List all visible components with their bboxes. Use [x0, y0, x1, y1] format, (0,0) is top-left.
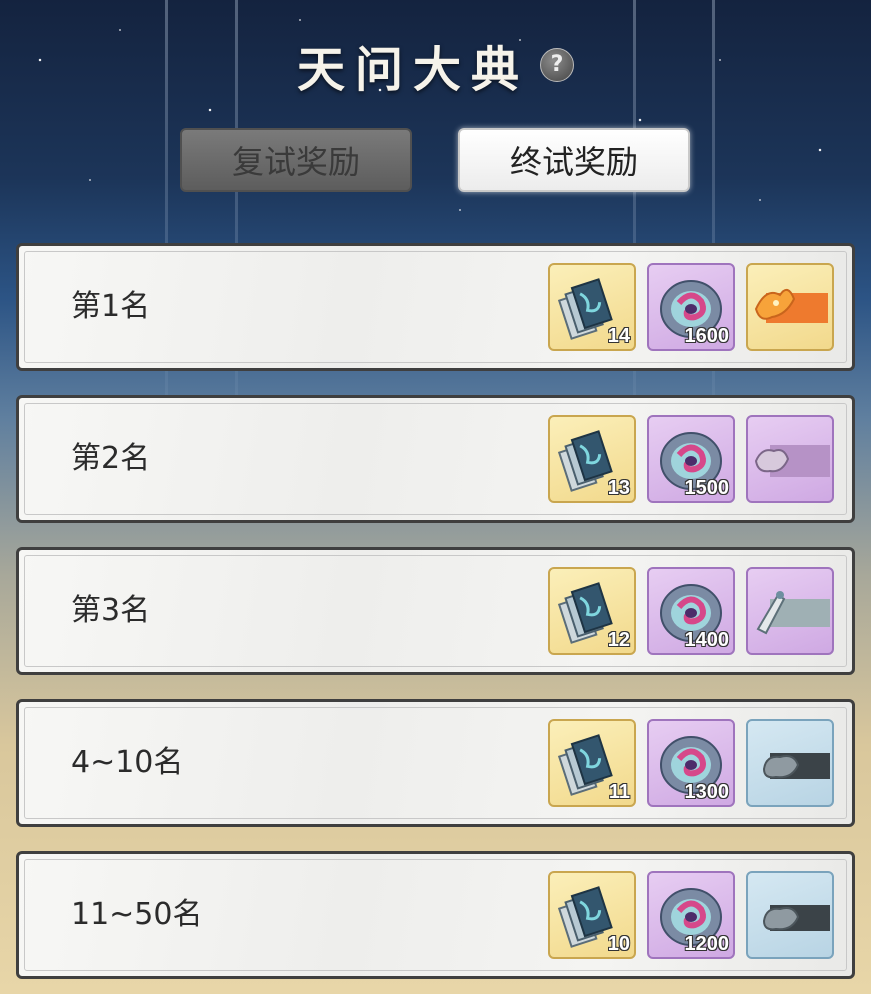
help-icon[interactable]: ?: [540, 48, 575, 82]
talent-scroll-item[interactable]: 11: [548, 719, 636, 807]
tab-semifinal-rewards[interactable]: 复试奖励: [180, 128, 412, 192]
golden-dragon-frame-icon: [754, 288, 828, 323]
avatar-frame-item[interactable]: [746, 263, 834, 351]
talent-scroll-item[interactable]: 10: [548, 871, 636, 959]
jade-currency-item[interactable]: 1600: [647, 263, 735, 351]
jade-currency-item[interactable]: 1500: [647, 415, 735, 503]
purple-brush-frame-icon: [756, 591, 830, 635]
item-count: 1300: [684, 781, 730, 803]
item-count: 1200: [684, 933, 730, 955]
reward-row: 第3名 12 1400: [16, 547, 855, 675]
jade-currency-item[interactable]: 1400: [647, 567, 735, 655]
blue-cloud-frame-icon: [762, 905, 830, 931]
talent-scroll-item[interactable]: 14: [548, 263, 636, 351]
item-count: 10: [607, 933, 630, 955]
talent-scroll-item[interactable]: 13: [548, 415, 636, 503]
item-count: 1500: [684, 477, 730, 499]
rank-label: 第3名: [71, 593, 151, 628]
reward-items: 10 1200: [548, 871, 834, 959]
reward-items: 14 1600: [548, 263, 834, 351]
rank-label: 11~50名: [71, 897, 203, 932]
item-count: 11: [608, 781, 630, 803]
tab-final-rewards[interactable]: 终试奖励: [458, 128, 690, 192]
header: 天问大典 ?: [0, 30, 871, 98]
talent-scroll-item[interactable]: 12: [548, 567, 636, 655]
avatar-frame-item[interactable]: [746, 567, 834, 655]
rank-label: 第2名: [71, 441, 151, 476]
item-count: 14: [607, 325, 630, 347]
reward-row: 第2名 13 1500: [16, 395, 855, 523]
reward-items: 13 1500: [548, 415, 834, 503]
item-count: 1600: [684, 325, 730, 347]
reward-row: 11~50名 10 1200: [16, 851, 855, 979]
jade-currency-item[interactable]: 1200: [647, 871, 735, 959]
item-count: 1400: [684, 629, 730, 651]
page-title: 天问大典: [296, 42, 529, 98]
rank-label: 第1名: [71, 289, 151, 324]
reward-items: 12 1400: [548, 567, 834, 655]
avatar-frame-item[interactable]: [746, 415, 834, 503]
avatar-frame-item[interactable]: [746, 719, 834, 807]
reward-row: 第1名 14 1600: [16, 243, 855, 371]
purple-beast-frame-icon: [754, 445, 830, 477]
item-count: 13: [607, 477, 630, 499]
reward-items: 11 1300: [548, 719, 834, 807]
reward-row: 4~10名 11 1300: [16, 699, 855, 827]
blue-cloud-frame-icon: [762, 753, 830, 779]
rank-label: 4~10名: [71, 745, 184, 780]
jade-currency-item[interactable]: 1300: [647, 719, 735, 807]
item-count: 12: [607, 629, 630, 651]
avatar-frame-item[interactable]: [746, 871, 834, 959]
